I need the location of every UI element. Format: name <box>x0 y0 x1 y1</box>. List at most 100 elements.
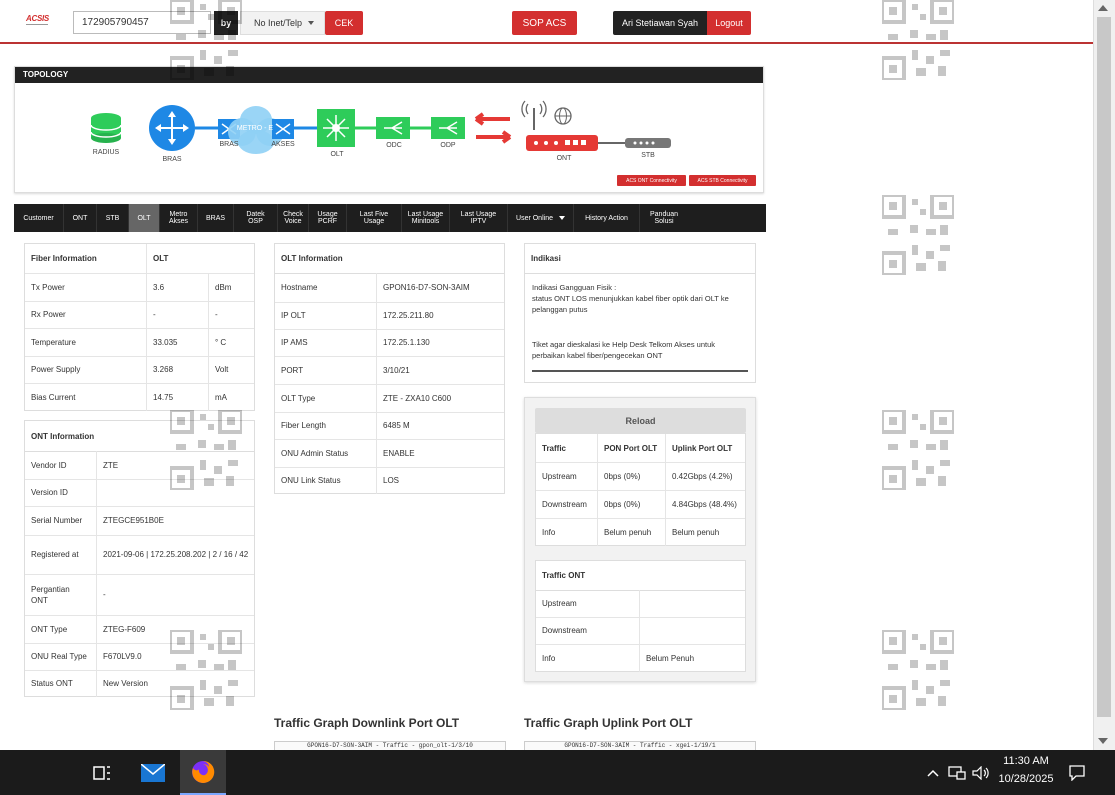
table-row: Power Supply 3.268 Volt <box>25 356 254 384</box>
ont-router-icon <box>526 135 598 151</box>
tab-last-usage-minitools[interactable]: Last Usage Minitools <box>402 204 450 232</box>
chevron-up-icon[interactable] <box>924 750 942 795</box>
tab-history-action[interactable]: History Action <box>574 204 640 232</box>
tab-metro-akses[interactable]: Metro Akses <box>160 204 198 232</box>
wifi-icon <box>521 100 547 130</box>
olt-information-table: OLT Information Hostname GPON16-D7-SON-3… <box>274 243 505 494</box>
mail-icon[interactable] <box>136 750 170 795</box>
qr-watermark <box>882 195 954 275</box>
qr-watermark <box>882 630 954 710</box>
qr-watermark <box>882 0 954 80</box>
traffic-ont-table: Traffic ONT Upstream Downstream Info Bel… <box>535 560 746 672</box>
table-row: Info Belum Penuh <box>536 644 745 672</box>
indikasi-line2: status ONT LOS menunjukkan kabel fiber o… <box>532 294 729 314</box>
topology-title: TOPOLOGY <box>15 67 763 83</box>
fiber-information-table: Fiber Information OLT Tx Power 3.6 dBm R… <box>24 243 255 411</box>
logout-button[interactable]: Logout <box>707 11 751 35</box>
traffic-table: Traffic PON Port OLT Uplink Port OLT Ups… <box>535 433 746 546</box>
topology-label-ont: ONT <box>556 155 572 162</box>
tab-check-voice[interactable]: Check Voice <box>278 204 309 232</box>
topology-label-olt: OLT <box>330 151 344 158</box>
scroll-up-icon[interactable] <box>1098 5 1108 11</box>
clock-time: 11:30 AM <box>1003 755 1049 767</box>
stb-device-icon <box>625 138 671 148</box>
indikasi-title: Indikasi <box>525 244 755 274</box>
qr-watermark <box>170 410 242 490</box>
tab-usage-pcrf[interactable]: Usage PCRF <box>309 204 347 232</box>
notification-icon[interactable] <box>1066 750 1088 795</box>
table-row: OLT Type ZTE - ZXA10 C600 <box>275 384 504 413</box>
volume-icon[interactable] <box>970 750 992 795</box>
topology-label-odc: ODC <box>386 142 402 149</box>
odp-splitter-icon <box>431 117 465 139</box>
table-row: IP AMS 172.25.1.130 <box>275 329 504 357</box>
indikasi-line1: Indikasi Gangguan Fisik : <box>532 283 617 292</box>
cek-button[interactable]: CEK <box>325 11 363 35</box>
reload-button[interactable]: Reload <box>535 408 746 433</box>
table-row: Hostname GPON16-D7-SON-3AIM <box>275 273 504 303</box>
globe-icon <box>554 107 572 125</box>
clock-date: 10/28/2025 <box>998 773 1054 785</box>
tab-panduan-solusi[interactable]: Panduan Solusi <box>640 204 688 232</box>
tab-customer[interactable]: Customer <box>14 204 64 232</box>
logo-underline <box>26 24 48 25</box>
topology-label-metro: METRO - E <box>236 125 274 132</box>
table-row: Serial Number ZTEGCE951B0E <box>25 506 254 536</box>
qr-watermark <box>882 410 954 490</box>
acs-stb-connectivity-button[interactable]: ACS STB Connectivity <box>689 175 756 186</box>
odc-splitter-icon <box>376 117 410 139</box>
radius-db-icon <box>90 113 122 143</box>
table-row: Temperature 33.035 ° C <box>25 328 254 357</box>
qr-watermark <box>170 0 242 80</box>
tab-last-usage-iptv[interactable]: Last Usage IPTV <box>450 204 508 232</box>
table-row: Registered at 2021-09-06 | 172.25.208.20… <box>25 535 254 575</box>
search-type-select[interactable]: No Inet/Telp <box>240 11 325 35</box>
app-logo: ACSIS <box>26 14 49 23</box>
indikasi-line3: Tiket agar dieskalasi ke Help Desk Telko… <box>532 340 715 360</box>
tab-datek-osp[interactable]: Datek OSP <box>234 204 278 232</box>
traffic-ont-title: Traffic ONT <box>536 561 745 591</box>
table-row: IP OLT 172.25.211.80 <box>275 302 504 330</box>
acs-ont-connectivity-button[interactable]: ACS ONT Connectivity <box>617 175 686 186</box>
tab-bar: Customer ONT STB OLT Metro Akses BRAS Dat… <box>14 204 766 232</box>
scrollbar-thumb[interactable] <box>1097 17 1111 717</box>
table-row: ONU Link Status LOS <box>275 467 504 494</box>
table-row: Rx Power - - <box>25 301 254 329</box>
downlink-graph-title: Traffic Graph Downlink Port OLT <box>274 716 460 730</box>
table-row: Fiber Length 6485 M <box>275 412 504 440</box>
table-row: Downstream 0bps (0%) 4.84Gbps (48.4%) <box>536 490 745 519</box>
table-row: Downstream <box>536 617 745 645</box>
table-header-row: Fiber Information OLT <box>25 244 254 274</box>
uplink-graph-title: Traffic Graph Uplink Port OLT <box>524 716 693 730</box>
topology-label-stb: STB <box>641 152 655 159</box>
sop-acs-button[interactable]: SOP ACS <box>512 11 577 35</box>
search-type-value: No Inet/Telp <box>254 18 303 28</box>
tab-stb[interactable]: STB <box>97 204 129 232</box>
topology-label-odp: ODP <box>440 142 456 149</box>
qr-watermark <box>170 630 242 710</box>
tab-last-five-usage[interactable]: Last Five Usage <box>347 204 402 232</box>
table-header-row: Traffic PON Port OLT Uplink Port OLT <box>536 434 745 463</box>
table-row: Bias Current 14.75 mA <box>25 383 254 411</box>
firefox-icon[interactable] <box>180 750 226 795</box>
task-view-icon[interactable] <box>86 750 118 795</box>
indikasi-panel: Indikasi Indikasi Gangguan Fisik : statu… <box>524 243 756 383</box>
system-clock[interactable]: 11:30 AM 10/28/2025 <box>990 752 1062 788</box>
chevron-down-icon <box>308 21 315 25</box>
table-row: Info Belum penuh Belum penuh <box>536 518 745 546</box>
network-icon[interactable] <box>946 750 968 795</box>
topology-label-radius: RADIUS <box>92 149 120 156</box>
olt-information-title: OLT Information <box>275 244 504 274</box>
user-name: Ari Stetiawan Syah <box>613 11 707 35</box>
indikasi-divider <box>532 370 748 372</box>
table-row: Tx Power 3.6 dBm <box>25 273 254 302</box>
scroll-down-icon[interactable] <box>1098 738 1108 744</box>
tab-ont[interactable]: ONT <box>64 204 97 232</box>
table-row: Pergantian ONT - <box>25 574 254 616</box>
tab-olt[interactable]: OLT <box>129 204 160 232</box>
tab-user-online[interactable]: User Online <box>508 204 574 232</box>
tab-bras[interactable]: BRAS <box>198 204 234 232</box>
table-row: Upstream <box>536 590 745 618</box>
chevron-down-icon <box>558 216 565 220</box>
table-row: PORT 3/10/21 <box>275 356 504 385</box>
